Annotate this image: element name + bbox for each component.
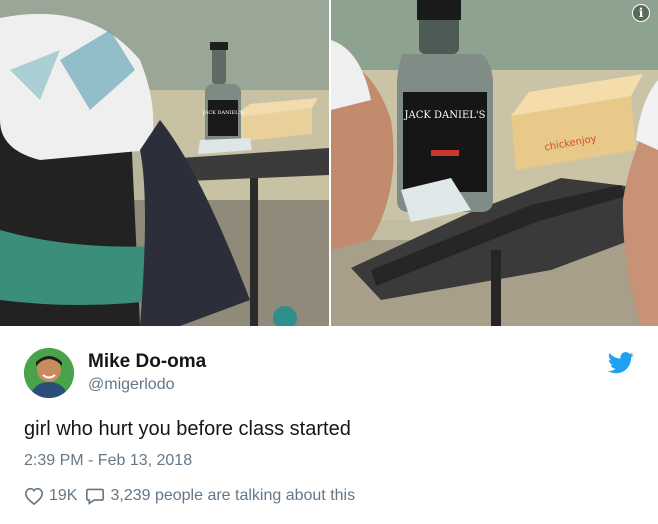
left-photo[interactable]: JACK DANIEL'S bbox=[0, 0, 329, 326]
reply-bubble-icon bbox=[86, 488, 105, 505]
tweet-text: girl who hurt you before class started bbox=[24, 418, 351, 440]
avatar[interactable] bbox=[24, 348, 74, 398]
tweet-author: Mike Do-oma @migerlodo bbox=[24, 348, 634, 400]
heart-icon bbox=[24, 487, 44, 505]
tweet-media[interactable]: JACK DANIEL'S chickenjoy JACK DANIEL'S i bbox=[0, 0, 658, 326]
info-icon[interactable]: i bbox=[632, 4, 650, 22]
tweet-timestamp[interactable]: 2:39 PM - Feb 13, 2018 bbox=[24, 452, 192, 470]
author-names: Mike Do-oma @migerlodo bbox=[88, 350, 206, 396]
like-count: 19K bbox=[49, 487, 78, 504]
left-bottle-label: JACK DANIEL'S bbox=[202, 110, 244, 116]
conversation-text: 3,239 people are talking about this bbox=[110, 487, 356, 504]
right-photo[interactable]: chickenjoy JACK DANIEL'S bbox=[331, 0, 658, 326]
twitter-bird-icon[interactable] bbox=[607, 352, 634, 374]
display-name[interactable]: Mike Do-oma bbox=[88, 350, 206, 374]
tweet-actions: 19K 3,239 people are talking about this bbox=[24, 484, 363, 508]
user-handle[interactable]: @migerlodo bbox=[88, 374, 206, 396]
right-bottle-label: JACK DANIEL'S bbox=[403, 110, 485, 121]
conversation-link[interactable]: 3,239 people are talking about this bbox=[85, 487, 355, 505]
like-button[interactable]: 19K bbox=[24, 487, 77, 505]
tweet-card: JACK DANIEL'S chickenjoy JACK DANIEL'S i… bbox=[0, 0, 658, 524]
